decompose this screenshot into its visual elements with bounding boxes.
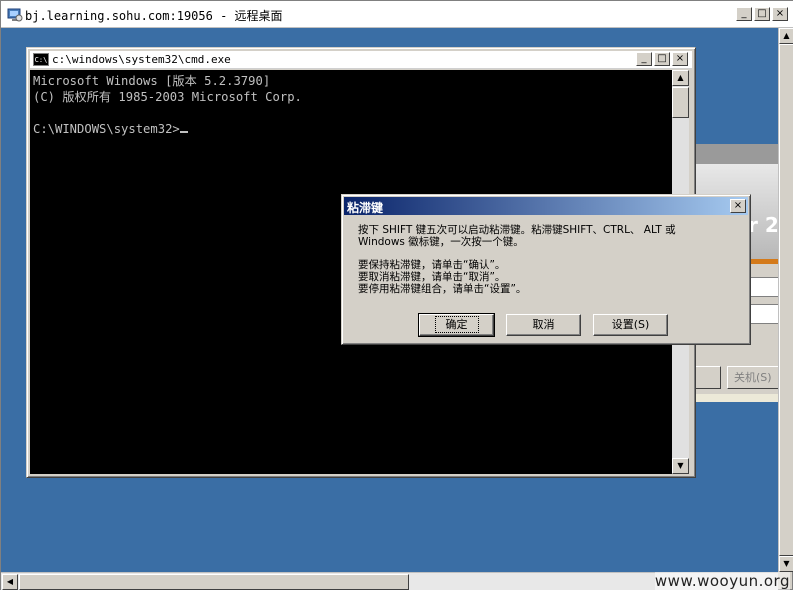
- cmd-maximize-button[interactable]: □: [654, 52, 670, 66]
- shutdown-button[interactable]: 关机(S): [727, 366, 779, 389]
- console-line: ​: [33, 105, 672, 121]
- scroll-up-arrow-icon[interactable]: ▲: [672, 70, 689, 86]
- cmd-titlebar[interactable]: C:\ c:\windows\system32\cmd.exe _ □ ×: [30, 51, 692, 69]
- dialog-message-line: 要保持粘滞键，请单击“确认”。: [358, 259, 506, 271]
- viewport-horizontal-thumb[interactable]: [19, 574, 409, 590]
- console-prompt: C:\WINDOWS\system32>: [33, 122, 180, 136]
- password-field[interactable]: [749, 304, 779, 324]
- login-window-footer: [694, 394, 779, 402]
- console-line: (C) 版权所有 1985-2003 Microsoft Corp.: [33, 90, 302, 104]
- dialog-close-button[interactable]: ×: [730, 199, 746, 213]
- watermark: www.wooyun.org: [654, 572, 790, 590]
- viewport-vertical-thumb[interactable]: [779, 44, 793, 556]
- username-field[interactable]: [749, 277, 779, 297]
- viewport-vertical-scrollbar[interactable]: ▲ ▼: [778, 28, 793, 572]
- text-cursor: [179, 131, 188, 133]
- dialog-titlebar[interactable]: 粘滞键 ×: [344, 197, 748, 215]
- settings-button[interactable]: 设置(S): [593, 314, 668, 336]
- remote-desktop-titlebar: bj.learning.sohu.com:19056 - 远程桌面 _ □ ×: [1, 1, 793, 28]
- remote-desktop-icon: [7, 8, 23, 22]
- login-banner: [694, 144, 779, 164]
- dialog-message-line: 按下 SHIFT 键五次可以启动粘滞键。粘滞键SHIFT、CTRL、 ALT 或: [358, 224, 676, 236]
- minimize-button[interactable]: _: [736, 7, 752, 21]
- logo-fragment: r 2: [748, 213, 779, 237]
- cmd-close-button[interactable]: ×: [672, 52, 688, 66]
- ok-button-label: 确定: [434, 316, 479, 333]
- window-title: bj.learning.sohu.com:19056 - 远程桌面: [25, 9, 283, 23]
- dialog-message-line: 要停用粘滞键组合，请单击“设置”。: [358, 283, 527, 295]
- ok-button[interactable]: 确定: [418, 313, 495, 337]
- dialog-title: 粘滞键: [347, 201, 384, 215]
- sticky-keys-dialog: 粘滞键 × 按下 SHIFT 键五次可以启动粘滞键。粘滞键SHIFT、CTRL、…: [341, 194, 751, 345]
- dialog-message-line: 要取消粘滞键，请单击“取消”。: [358, 271, 506, 283]
- maximize-button[interactable]: □: [754, 7, 770, 21]
- close-button[interactable]: ×: [772, 7, 788, 21]
- console-prompt-line: C:\WINDOWS\system32>: [33, 121, 672, 137]
- dialog-message-line: Windows 徽标键，一次按一个键。: [358, 236, 524, 248]
- viewport-scroll-up-icon[interactable]: ▲: [779, 28, 793, 44]
- viewport-scroll-left-icon[interactable]: ◀: [2, 574, 18, 590]
- remote-desktop-window: bj.learning.sohu.com:19056 - 远程桌面 _ □ × …: [0, 0, 793, 590]
- cmd-minimize-button[interactable]: _: [636, 52, 652, 66]
- console-line: Microsoft Windows [版本 5.2.3790]: [33, 74, 271, 88]
- console-icon[interactable]: C:\: [33, 53, 49, 66]
- options-button[interactable]: [694, 366, 721, 389]
- cancel-button[interactable]: 取消: [506, 314, 581, 336]
- viewport-scroll-down-icon[interactable]: ▼: [779, 556, 793, 572]
- cmd-window-title: c:\windows\system32\cmd.exe: [52, 53, 231, 66]
- scroll-down-arrow-icon[interactable]: ▼: [672, 458, 689, 474]
- cmd-scroll-thumb[interactable]: [672, 87, 689, 118]
